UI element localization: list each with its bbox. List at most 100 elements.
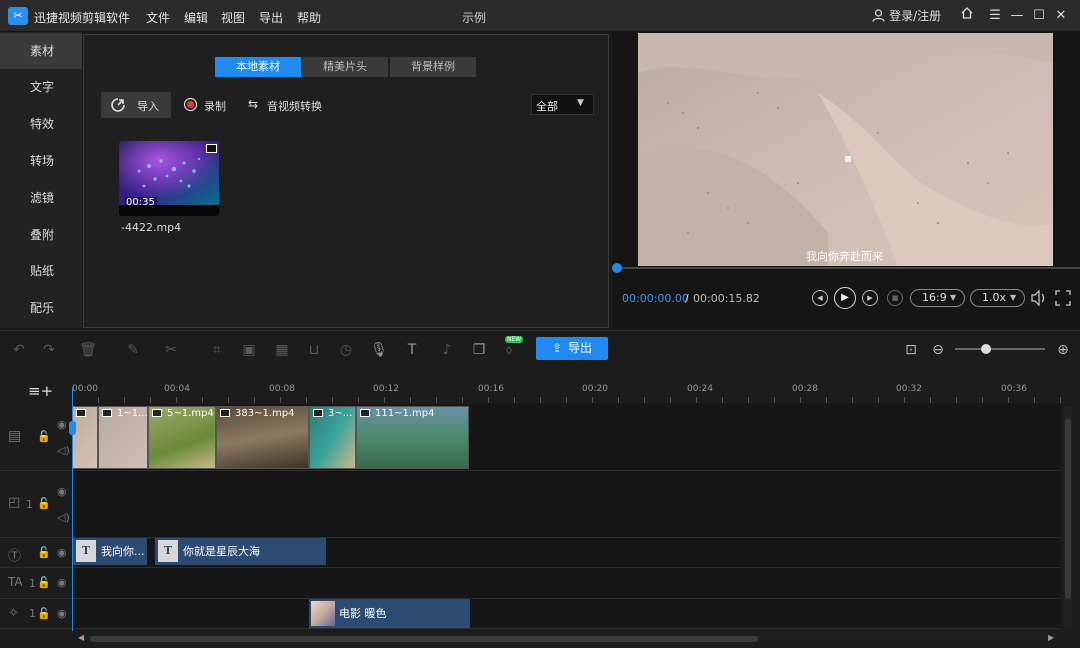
- text-clip[interactable]: T 我向你...: [73, 538, 147, 565]
- zoom-slider-handle[interactable]: [981, 344, 991, 354]
- video-clip[interactable]: 383~1.mp4: [216, 406, 309, 469]
- menu-edit[interactable]: 编辑: [184, 9, 208, 26]
- av-convert-button[interactable]: ⇆ 音视频转换: [248, 97, 328, 113]
- maximize-icon[interactable]: ☐: [1029, 6, 1049, 26]
- tab-backgrounds[interactable]: 背景样例: [390, 57, 476, 77]
- subtitle-track[interactable]: [72, 568, 1061, 599]
- text-clip[interactable]: T 你就是星辰大海: [155, 538, 326, 565]
- crop-icon[interactable]: ⌗: [208, 341, 226, 359]
- aspect-ratio-select[interactable]: 16:9 ▼: [910, 289, 965, 307]
- ruler-tick: 00:16: [478, 384, 504, 394]
- menu-file[interactable]: 文件: [146, 9, 170, 26]
- sidebar-item-text[interactable]: 文字: [0, 69, 82, 105]
- preview-video[interactable]: 我向你奔赴而来: [638, 33, 1053, 266]
- home-icon[interactable]: [957, 6, 977, 26]
- sidebar-item-music[interactable]: 配乐: [0, 290, 82, 326]
- sidebar-item-overlays[interactable]: 叠附: [0, 217, 82, 253]
- cut-icon[interactable]: ✂: [162, 341, 180, 359]
- video-clip[interactable]: [72, 406, 98, 469]
- effect-track-number: 1: [29, 607, 36, 620]
- zoom-slider[interactable]: [955, 344, 1045, 354]
- tab-local-media[interactable]: 本地素材: [215, 57, 301, 77]
- scroll-right-icon[interactable]: ▶: [1048, 633, 1054, 642]
- text-track[interactable]: T 我向你... T 你就是星辰大海: [72, 538, 1061, 568]
- fullscreen-icon[interactable]: [1054, 289, 1072, 310]
- next-frame-icon[interactable]: ▶: [862, 290, 878, 306]
- add-track-icon[interactable]: ≡+: [28, 382, 53, 400]
- video-clip-icon: [76, 409, 86, 417]
- text-to-speech-icon[interactable]: T: [403, 341, 421, 359]
- sidebar-item-filters[interactable]: 滤镜: [0, 180, 82, 216]
- video-clip[interactable]: 111~1.mp4: [356, 406, 469, 469]
- lock-icon[interactable]: 🔓: [37, 607, 51, 620]
- pip-track-number: 1: [26, 498, 33, 511]
- video-clip[interactable]: 1~1...: [98, 406, 148, 469]
- lock-icon[interactable]: 🔓: [37, 576, 51, 589]
- eye-icon[interactable]: ◉: [57, 546, 67, 559]
- copy-layers-icon[interactable]: ❐: [470, 341, 488, 359]
- sidebar-item-transitions[interactable]: 转场: [0, 143, 82, 179]
- tag-icon[interactable]: ⬨: [500, 341, 518, 359]
- redo-icon[interactable]: ↷: [40, 341, 58, 359]
- timeline-ruler[interactable]: 00:00 00:04 00:08 00:12 00:16 00:20 00:2…: [72, 381, 1062, 403]
- menu-help[interactable]: 帮助: [297, 9, 321, 26]
- speaker-icon[interactable]: ◁): [57, 511, 70, 524]
- vertical-scrollbar-thumb[interactable]: [1065, 419, 1071, 599]
- clock-icon[interactable]: ◷: [337, 341, 355, 359]
- text-clip-label: 我向你...: [101, 545, 145, 558]
- minimize-icon[interactable]: —: [1007, 6, 1027, 26]
- lock-icon[interactable]: 🔓: [37, 497, 51, 510]
- effect-track[interactable]: 电影 暖色: [72, 599, 1061, 629]
- zoom-out-icon[interactable]: ⊖: [929, 341, 947, 359]
- video-track[interactable]: 1~1... 5~1.mp4 383~1.mp4 3~... 111~1.mp4: [72, 404, 1061, 471]
- mosaic-icon[interactable]: ▦: [273, 341, 291, 359]
- stop-icon[interactable]: ■: [887, 290, 903, 306]
- tab-intros[interactable]: 精美片头: [302, 57, 388, 77]
- speed-select[interactable]: 1.0x ▼: [970, 289, 1025, 307]
- pip-track[interactable]: [72, 471, 1061, 538]
- eye-icon[interactable]: ◉: [57, 418, 67, 431]
- eye-icon[interactable]: ◉: [57, 607, 67, 620]
- preview-progress-handle[interactable]: [612, 263, 622, 273]
- preview-progress-track[interactable]: [612, 263, 1080, 273]
- video-clip[interactable]: 3~...: [309, 406, 356, 469]
- hamburger-menu-icon[interactable]: ☰: [985, 6, 1005, 26]
- audio-chart-icon[interactable]: ⊔: [305, 341, 323, 359]
- menu-export[interactable]: 导出: [259, 9, 283, 26]
- lock-icon[interactable]: 🔓: [37, 546, 51, 559]
- video-clip[interactable]: 5~1.mp4: [148, 406, 216, 469]
- export-button[interactable]: ⇪ 导出: [536, 337, 608, 360]
- sidebar-item-media[interactable]: 素材: [0, 33, 82, 69]
- voice-change-icon[interactable]: ♪: [438, 341, 456, 359]
- close-icon[interactable]: ✕: [1051, 6, 1071, 26]
- play-icon[interactable]: ▶: [834, 287, 856, 309]
- record-label: 录制: [204, 100, 226, 113]
- record-button[interactable]: 录制: [183, 97, 233, 113]
- menu-view[interactable]: 视图: [221, 9, 245, 26]
- scroll-left-icon[interactable]: ◀: [78, 633, 84, 642]
- edit-icon[interactable]: ✎: [124, 341, 142, 359]
- speaker-icon[interactable]: ◁): [57, 444, 70, 457]
- eye-icon[interactable]: ◉: [57, 576, 67, 589]
- microphone-icon[interactable]: 🎙: [370, 341, 388, 359]
- horizontal-scrollbar[interactable]: ◀ ▶: [76, 633, 1060, 645]
- zoom-in-icon[interactable]: ⊕: [1054, 341, 1072, 359]
- fit-timeline-icon[interactable]: ⊡: [902, 341, 920, 359]
- sidebar-item-stickers[interactable]: 贴纸: [0, 253, 82, 289]
- lock-icon[interactable]: 🔓: [37, 430, 51, 443]
- playhead-handle[interactable]: [69, 421, 76, 435]
- horizontal-scrollbar-thumb[interactable]: [90, 636, 758, 642]
- import-button[interactable]: 导入: [101, 92, 171, 118]
- undo-icon[interactable]: ↶: [10, 341, 28, 359]
- sidebar-item-effects[interactable]: 特效: [0, 106, 82, 142]
- media-filter-select[interactable]: 全部 ▼: [531, 94, 594, 115]
- resize-icon[interactable]: ▣: [240, 341, 258, 359]
- vertical-scrollbar[interactable]: [1064, 407, 1072, 627]
- delete-icon[interactable]: 🗑: [79, 341, 97, 359]
- volume-icon[interactable]: [1030, 289, 1048, 310]
- media-thumbnail[interactable]: 00:35: [119, 141, 219, 216]
- prev-frame-icon[interactable]: ◀: [812, 290, 828, 306]
- login-button[interactable]: 登录/注册: [872, 6, 941, 26]
- eye-icon[interactable]: ◉: [57, 485, 67, 498]
- effect-clip[interactable]: 电影 暖色: [309, 599, 470, 628]
